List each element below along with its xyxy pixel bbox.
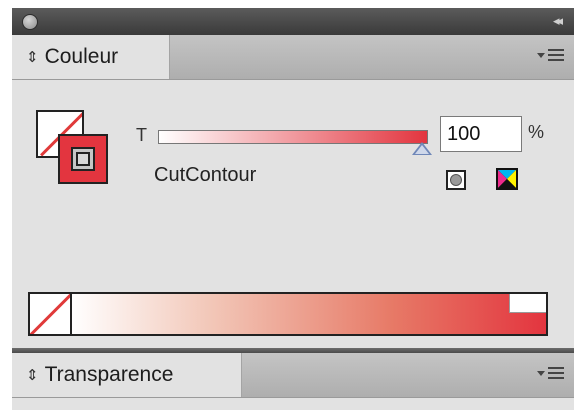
tint-input[interactable] bbox=[440, 116, 522, 152]
tab-transparence[interactable]: ⇕ Transparence bbox=[12, 353, 242, 397]
tab-couleur-label: Couleur bbox=[44, 45, 119, 68]
panel-titlebar[interactable]: ◂◂ bbox=[12, 8, 574, 36]
close-icon[interactable] bbox=[22, 14, 38, 30]
updown-icon: ⇕ bbox=[26, 49, 39, 66]
panel-menu-icon[interactable] bbox=[537, 48, 564, 62]
tab-couleur[interactable]: ⇕ Couleur bbox=[12, 35, 170, 79]
tab-transparence-label: Transparence bbox=[44, 363, 174, 386]
stroke-swatch[interactable] bbox=[58, 134, 108, 184]
collapse-icon[interactable]: ◂◂ bbox=[553, 13, 563, 29]
tint-unit-label: % bbox=[528, 122, 545, 142]
updown-icon: ⇕ bbox=[26, 367, 39, 384]
spot-color-icon[interactable] bbox=[446, 170, 466, 190]
tint-label: T bbox=[136, 125, 147, 145]
transparency-panel-header: ⇕ Transparence bbox=[12, 353, 574, 398]
cmyk-process-icon[interactable] bbox=[496, 168, 518, 190]
tint-slider[interactable] bbox=[158, 130, 428, 144]
fill-stroke-indicator bbox=[36, 110, 126, 190]
color-ramp[interactable] bbox=[28, 292, 548, 336]
none-swatch[interactable] bbox=[30, 294, 72, 334]
white-swatch[interactable] bbox=[509, 294, 546, 313]
panel-frame: ◂◂ ⇕ Couleur T % CutContour bbox=[12, 8, 574, 410]
color-panel-header: ⇕ Couleur bbox=[12, 35, 574, 80]
tint-slider-thumb[interactable] bbox=[412, 142, 432, 155]
swatch-name: CutContour bbox=[154, 164, 257, 186]
panel-menu-icon[interactable] bbox=[537, 366, 564, 380]
